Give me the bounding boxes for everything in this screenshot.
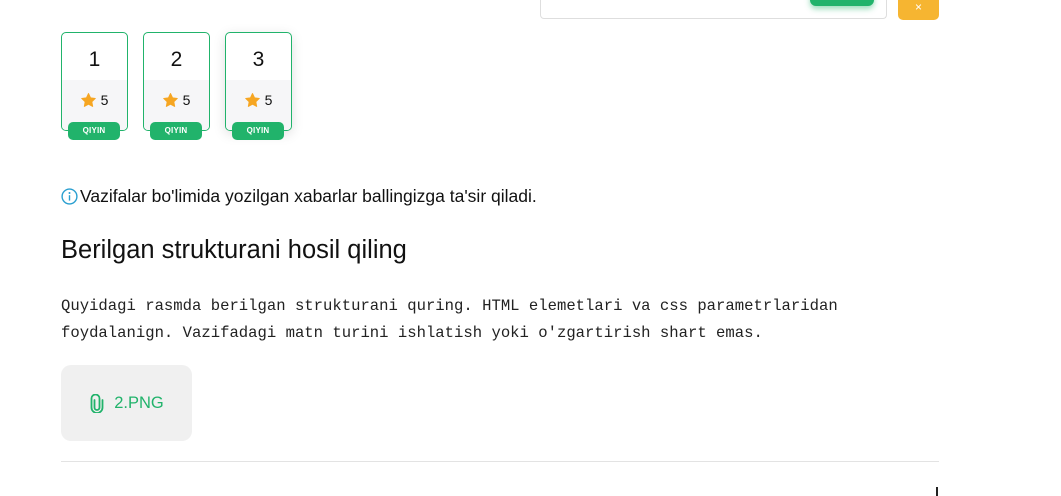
star-icon (162, 93, 178, 107)
x-icon: × (914, 0, 922, 14)
score-value: 5 (182, 92, 191, 108)
task-description: Quyidagi rasmda berilgan strukturani qur… (61, 297, 838, 342)
divider (61, 461, 939, 462)
difficulty-badge: QIYIN (150, 122, 202, 140)
paperclip-icon (89, 393, 105, 413)
attachment-label: 2.PNG (114, 393, 164, 412)
search-box[interactable] (540, 0, 887, 19)
task-card-3[interactable]: 3 5 QIYIN (225, 32, 292, 142)
task-title: Berilgan strukturani hosil qiling (61, 236, 407, 264)
attachment-link[interactable]: 2.PNG (61, 365, 192, 441)
score-value: 5 (264, 92, 273, 108)
task-number: 3 (252, 48, 265, 71)
task-number: 1 (88, 48, 101, 71)
close-button[interactable]: × (898, 0, 939, 20)
score-value: 5 (100, 92, 109, 108)
task-card-2[interactable]: 2 5 QIYIN (143, 32, 210, 142)
info-text: Vazifalar bo'limida yozilgan xabarlar ba… (80, 186, 537, 206)
task-number: 2 (170, 48, 183, 71)
text-cursor (936, 487, 938, 496)
search-submit-button[interactable] (810, 0, 874, 6)
difficulty-badge: QIYIN (232, 122, 284, 140)
star-icon (244, 93, 260, 107)
task-cards: 1 5 QIYIN 2 5 QIYIN 3 5 QIYIN (61, 32, 292, 142)
info-icon (61, 188, 78, 205)
task-card-1[interactable]: 1 5 QIYIN (61, 32, 128, 142)
difficulty-badge: QIYIN (68, 122, 120, 140)
info-notice: Vazifalar bo'limida yozilgan xabarlar ba… (61, 186, 537, 207)
star-icon (80, 93, 96, 107)
